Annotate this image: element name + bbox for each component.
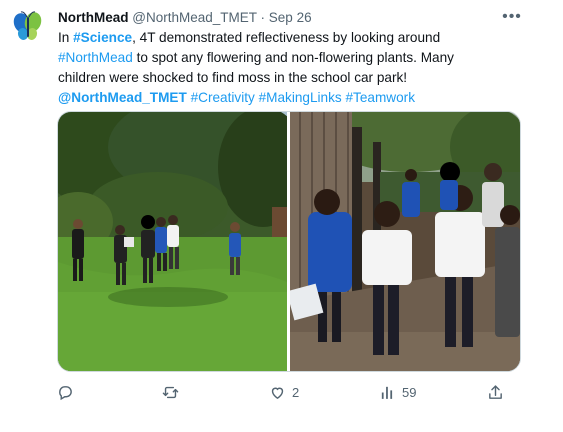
views-chart-icon [381, 386, 393, 399]
butterfly-logo-avatar[interactable] [11, 9, 45, 43]
photo-children-in-car-park[interactable] [290, 112, 520, 371]
author-handle[interactable]: @NorthMead_TMET [132, 10, 257, 25]
tweet-date[interactable]: Sep 26 [269, 10, 312, 25]
reply-button[interactable] [57, 381, 80, 403]
hashtag-northmead[interactable]: #NorthMead [58, 50, 133, 65]
views-button[interactable]: 59 [379, 381, 416, 403]
tweet-text: In #Science, 4T demonstrated reflectiven… [58, 28, 538, 108]
tweet-line-1: In #Science, 4T demonstrated reflectiven… [58, 30, 441, 45]
hashtag-creativity[interactable]: #Creativity [191, 90, 255, 105]
tweet-line-4: @NorthMead_TMET #Creativity #MakingLinks… [58, 88, 538, 108]
hashtag-science[interactable]: #Science [73, 30, 132, 45]
hashtag-teamwork[interactable]: #Teamwork [346, 90, 416, 105]
more-options-button[interactable]: ••• [500, 7, 524, 27]
hashtag-makinglinks[interactable]: #MakingLinks [259, 90, 342, 105]
more-horizontal-icon: ••• [502, 8, 522, 25]
heart-icon [271, 387, 284, 399]
mention-northmead-tmet[interactable]: @NorthMead_TMET [58, 90, 187, 105]
share-icon [489, 384, 502, 399]
tweet-media [57, 111, 521, 372]
author-name[interactable]: NorthMead [58, 10, 129, 25]
tweet-line-3: children were shocked to find moss in th… [58, 70, 408, 85]
tweet[interactable]: NorthMead @NorthMead_TMET · Sep 26 ••• I… [0, 0, 563, 432]
separator-dot: · [260, 10, 266, 25]
like-count: 2 [292, 384, 300, 400]
reply-icon [59, 385, 72, 400]
share-button[interactable] [487, 381, 504, 403]
tweet-header: NorthMead @NorthMead_TMET · Sep 26 [58, 9, 513, 27]
retweet-button[interactable] [162, 381, 185, 403]
tweet-actions: 2 59 [57, 381, 517, 403]
like-button[interactable]: 2 [269, 381, 299, 403]
views-count: 59 [402, 384, 417, 400]
tweet-line-2: #NorthMead to spot any flowering and non… [58, 50, 454, 65]
photo-children-on-grass[interactable] [58, 112, 287, 371]
retweet-icon [162, 386, 179, 398]
